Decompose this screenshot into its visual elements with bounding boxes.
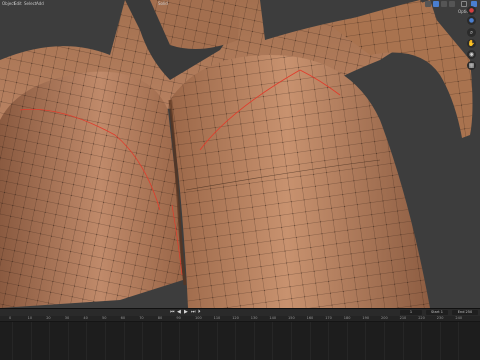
ruler-tick-label: 220 bbox=[418, 316, 425, 320]
left-leg-mesh bbox=[0, 71, 183, 308]
3d-viewport[interactable]: Object Edit Select Add Solid Options ● ●… bbox=[0, 0, 480, 308]
ruler-tick-label: 230 bbox=[436, 316, 444, 320]
jump-end-icon[interactable]: ⏭ bbox=[191, 310, 196, 315]
wireframe-icon[interactable] bbox=[425, 1, 431, 7]
timeline-tracks[interactable] bbox=[0, 322, 480, 360]
ruler-tick-line bbox=[346, 322, 348, 360]
z-axis-icon[interactable]: ● bbox=[467, 16, 476, 25]
ruler-tick-label: 210 bbox=[399, 316, 407, 320]
menu-add[interactable]: Add bbox=[36, 1, 44, 6]
ruler-tick-label: 80 bbox=[157, 316, 163, 320]
ruler-tick-line bbox=[421, 322, 423, 360]
ruler-tick-line bbox=[67, 322, 69, 360]
end-label: End bbox=[457, 310, 465, 314]
ruler-tick-line bbox=[309, 322, 311, 360]
play-reverse-icon[interactable]: ◀ bbox=[177, 310, 181, 315]
ruler-tick-line bbox=[439, 322, 441, 360]
zoom-icon[interactable]: ⌕ bbox=[467, 28, 476, 37]
right-leg-mesh bbox=[170, 55, 430, 308]
ruler-tick-line bbox=[86, 322, 88, 360]
start-frame-field[interactable]: Start 1 bbox=[426, 310, 448, 315]
next-key-icon[interactable]: ⏵ bbox=[198, 310, 201, 315]
ruler-tick-label: 10 bbox=[27, 316, 33, 320]
grid-icon[interactable]: ▦ bbox=[467, 61, 476, 70]
render-icon[interactable] bbox=[449, 1, 455, 7]
x-axis-icon[interactable]: ● bbox=[467, 6, 476, 15]
ruler-tick-line bbox=[198, 322, 199, 360]
ruler-tick-line bbox=[160, 322, 162, 360]
ruler-tick-label: 0 bbox=[9, 316, 12, 320]
ruler-tick-line bbox=[105, 322, 106, 360]
shading-mode[interactable]: Solid bbox=[158, 1, 168, 6]
menu-edit[interactable]: Edit bbox=[14, 1, 22, 6]
material-icon[interactable] bbox=[441, 1, 447, 7]
jump-start-icon[interactable]: ⏮ bbox=[170, 310, 175, 315]
ruler-tick-label: 180 bbox=[343, 316, 351, 320]
end-value: 250 bbox=[465, 310, 473, 314]
ruler-tick-line bbox=[253, 322, 255, 360]
hand-pan-icon[interactable]: ✋ bbox=[467, 39, 476, 48]
ruler-tick-label: 20 bbox=[46, 316, 51, 320]
ruler-tick-line bbox=[402, 322, 404, 360]
ruler-tick-line bbox=[216, 322, 218, 360]
ruler-tick-line bbox=[235, 322, 237, 360]
ruler-tick-line bbox=[49, 322, 51, 360]
ruler-tick-label: 240 bbox=[455, 316, 463, 320]
ruler-tick-line bbox=[365, 322, 367, 360]
ruler-tick-line bbox=[328, 322, 330, 360]
play-icon[interactable]: ▶ bbox=[184, 310, 188, 315]
ruler-tick-line bbox=[30, 322, 32, 360]
ruler-tick-label: 70 bbox=[139, 316, 144, 320]
menu-select[interactable]: Select bbox=[24, 1, 36, 6]
ruler-tick-label: 120 bbox=[232, 316, 239, 320]
ruler-tick-label: 160 bbox=[306, 316, 314, 320]
ruler-tick-label: 150 bbox=[288, 316, 295, 320]
ruler-tick-label: 90 bbox=[176, 316, 181, 320]
ruler-tick-line bbox=[384, 322, 385, 360]
ruler-tick-label: 140 bbox=[269, 316, 277, 320]
ruler-tick-label: 40 bbox=[83, 316, 88, 320]
ruler-tick-label: 50 bbox=[102, 316, 107, 320]
ruler-tick-label: 190 bbox=[362, 316, 370, 320]
ruler-tick-line bbox=[272, 322, 274, 360]
ruler-tick-line bbox=[12, 322, 13, 360]
current-frame-field[interactable]: 1 bbox=[400, 310, 422, 315]
ruler-tick-label: 60 bbox=[120, 316, 126, 320]
ruler-tick-label: 130 bbox=[250, 316, 258, 320]
ruler-tick-line bbox=[458, 322, 460, 360]
start-label: Start bbox=[431, 310, 440, 314]
ruler-tick-label: 30 bbox=[64, 316, 70, 320]
ruler-tick-label: 100 bbox=[195, 316, 202, 320]
start-value: 1 bbox=[440, 310, 443, 314]
solid-icon[interactable] bbox=[433, 1, 439, 7]
mesh-render[interactable] bbox=[0, 0, 480, 308]
camera-icon[interactable]: ◉ bbox=[467, 50, 476, 59]
end-frame-field[interactable]: End 250 bbox=[452, 310, 478, 315]
ruler-tick-label: 170 bbox=[325, 316, 332, 320]
ruler-tick-line bbox=[291, 322, 292, 360]
navigation-gizmo[interactable]: ● ● ⌕ ✋ ◉ ▦ bbox=[465, 6, 479, 78]
ruler-tick-label: 200 bbox=[381, 316, 388, 320]
ruler-tick-label: 110 bbox=[213, 316, 221, 320]
ruler-tick-line bbox=[142, 322, 144, 360]
timeline-header: ⏮ ◀ ▶ ⏭ ⏵ 1 Start 1 End 250 bbox=[0, 308, 480, 316]
ruler-tick-line bbox=[123, 322, 125, 360]
ruler-tick-line bbox=[179, 322, 181, 360]
